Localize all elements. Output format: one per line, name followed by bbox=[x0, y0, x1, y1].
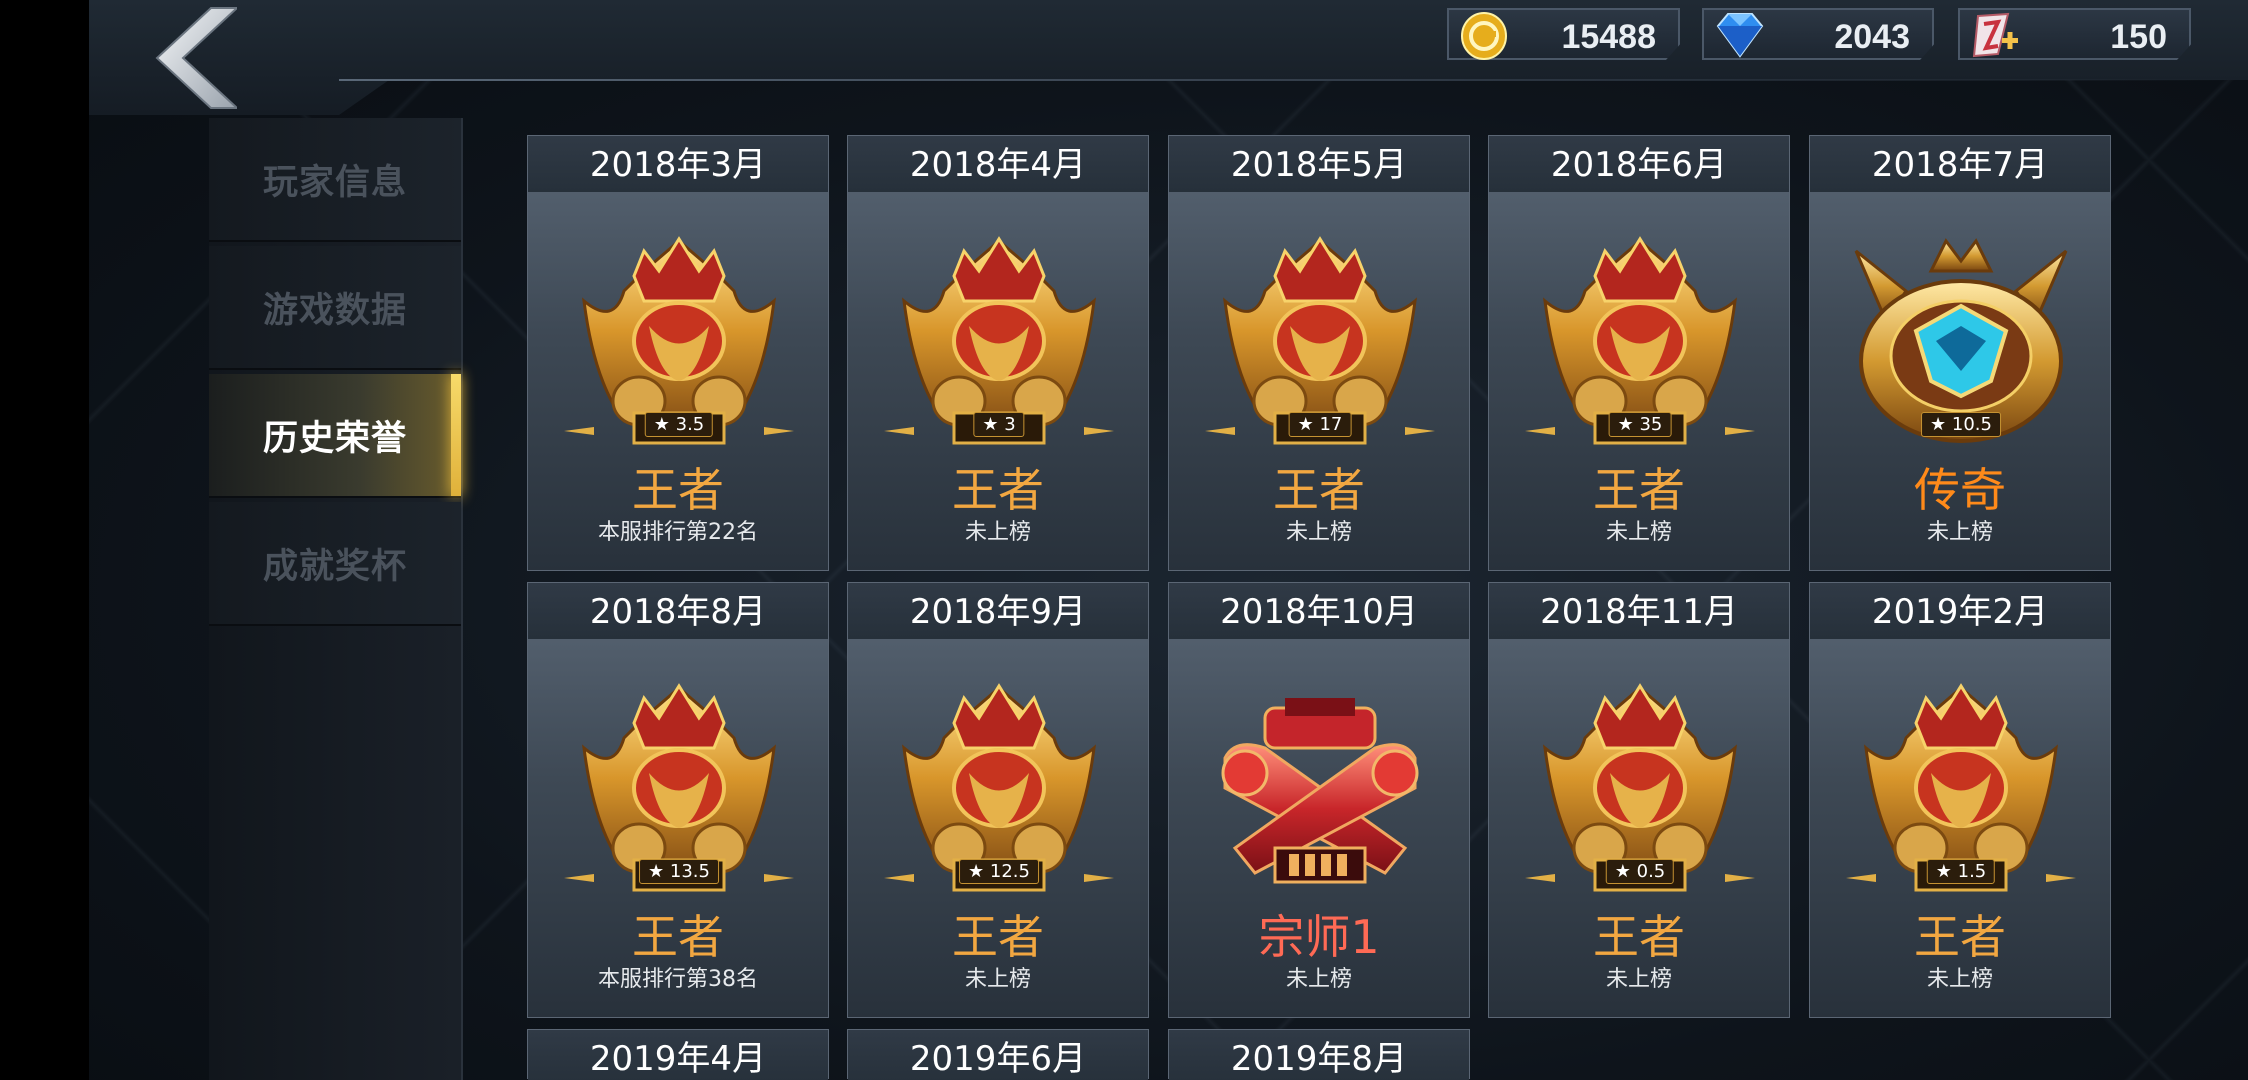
honor-rank: 宗师1 bbox=[1258, 910, 1380, 964]
gold-currency: 15488 bbox=[1447, 8, 1680, 60]
honor-server-standing: 未上榜 bbox=[1926, 967, 1993, 992]
honor-server-standing: 未上榜 bbox=[1285, 967, 1352, 992]
king-crown-badge-icon: ★ 35 bbox=[1525, 231, 1755, 451]
honor-month: 2018年4月 bbox=[848, 136, 1148, 192]
game-profile-screen: 15488 2043 150 玩家信息 游戏数据 历史荣誉 成就奖杯 2018年… bbox=[89, 0, 2248, 1080]
honor-month: 2018年8月 bbox=[528, 583, 828, 639]
honor-month: 2018年10月 bbox=[1169, 583, 1469, 639]
honor-card[interactable]: 2019年2月 ★ 1.5 王者未上榜 bbox=[1809, 582, 2111, 1018]
honor-server-standing: 未上榜 bbox=[964, 967, 1031, 992]
honor-month: 2019年2月 bbox=[1810, 583, 2110, 639]
honor-card[interactable]: 2018年10月 宗师1 未上榜 bbox=[1168, 582, 1470, 1018]
top-bar-divider bbox=[339, 79, 2239, 81]
ticket-plus-icon bbox=[1968, 10, 2024, 60]
king-crown-badge-icon: ★ 0.5 bbox=[1525, 678, 1755, 898]
honor-server-standing: 未上榜 bbox=[1605, 520, 1672, 545]
honor-month: 2018年3月 bbox=[528, 136, 828, 192]
honor-month: 2018年11月 bbox=[1489, 583, 1789, 639]
honor-month: 2018年7月 bbox=[1810, 136, 2110, 192]
honor-card[interactable]: 2018年7月 ★ 10.5 传奇未上榜 bbox=[1809, 135, 2111, 571]
honor-card[interactable]: 2019年6月 bbox=[847, 1029, 1149, 1080]
master-guns-badge-icon bbox=[1205, 678, 1435, 898]
diamond-currency: 2043 bbox=[1702, 8, 1934, 60]
badge-star-count: ★ 3.5 bbox=[644, 412, 714, 437]
chevron-left-icon bbox=[155, 7, 237, 109]
honor-rank: 传奇 bbox=[1914, 463, 2006, 517]
honor-rank: 王者 bbox=[1273, 463, 1365, 517]
honor-month: 2018年9月 bbox=[848, 583, 1148, 639]
sidebar-item-achievement-trophies[interactable]: 成就奖杯 bbox=[209, 502, 461, 626]
king-crown-badge-icon: ★ 12.5 bbox=[884, 678, 1114, 898]
honor-card[interactable]: 2018年9月 ★ 12.5 王者未上榜 bbox=[847, 582, 1149, 1018]
honor-card[interactable]: 2018年3月 ★ 3.5 王者本服排行第22名 bbox=[527, 135, 829, 571]
king-crown-badge-icon: ★ 1.5 bbox=[1846, 678, 2076, 898]
honor-month: 2019年6月 bbox=[848, 1030, 1148, 1080]
badge-star-count: ★ 1.5 bbox=[1926, 859, 1996, 884]
gold-amount: 15488 bbox=[1561, 18, 1656, 56]
honor-rank: 王者 bbox=[952, 463, 1044, 517]
honor-rank: 王者 bbox=[1593, 463, 1685, 517]
honor-card[interactable]: 2018年6月 ★ 35 王者未上榜 bbox=[1488, 135, 1790, 571]
back-button[interactable] bbox=[149, 6, 239, 110]
badge-star-count: ★ 10.5 bbox=[1921, 412, 2001, 437]
honor-server-standing: 本服排行第22名 bbox=[598, 520, 758, 545]
honor-card[interactable]: 2019年4月 bbox=[527, 1029, 829, 1080]
honor-server-standing: 本服排行第38名 bbox=[598, 967, 758, 992]
honor-server-standing: 未上榜 bbox=[964, 520, 1031, 545]
honor-month: 2018年6月 bbox=[1489, 136, 1789, 192]
badge-star-count: ★ 12.5 bbox=[959, 859, 1039, 884]
king-crown-badge-icon: ★ 3.5 bbox=[564, 231, 794, 451]
honor-card[interactable]: 2018年8月 ★ 13.5 王者本服排行第38名 bbox=[527, 582, 829, 1018]
honor-rank: 王者 bbox=[632, 463, 724, 517]
king-crown-badge-icon: ★ 17 bbox=[1205, 231, 1435, 451]
king-crown-badge-icon: ★ 13.5 bbox=[564, 678, 794, 898]
honor-card[interactable]: 2018年4月 ★ 3 王者未上榜 bbox=[847, 135, 1149, 571]
honor-server-standing: 未上榜 bbox=[1285, 520, 1352, 545]
diamond-amount: 2043 bbox=[1834, 18, 1910, 56]
ticket-currency: 150 bbox=[1958, 8, 2191, 60]
legend-wing-badge-icon: ★ 10.5 bbox=[1846, 231, 2076, 451]
honor-card[interactable]: 2018年11月 ★ 0.5 王者未上榜 bbox=[1488, 582, 1790, 1018]
king-crown-badge-icon: ★ 3 bbox=[884, 231, 1114, 451]
sidebar-item-player-info[interactable]: 玩家信息 bbox=[209, 118, 461, 242]
badge-star-count: ★ 17 bbox=[1288, 412, 1352, 437]
badge-star-count: ★ 13.5 bbox=[639, 859, 719, 884]
sidebar-item-game-data[interactable]: 游戏数据 bbox=[209, 246, 461, 370]
honor-rank: 王者 bbox=[1914, 910, 2006, 964]
honor-month: 2019年4月 bbox=[528, 1030, 828, 1080]
honor-month: 2018年5月 bbox=[1169, 136, 1469, 192]
badge-star-count: ★ 0.5 bbox=[1605, 859, 1675, 884]
honor-card[interactable]: 2018年5月 ★ 17 王者未上榜 bbox=[1168, 135, 1470, 571]
sidebar-item-history-honors[interactable]: 历史荣誉 bbox=[209, 374, 461, 498]
ticket-amount: 150 bbox=[2110, 18, 2167, 56]
honor-rank: 王者 bbox=[952, 910, 1044, 964]
honor-card[interactable]: 2019年8月 bbox=[1168, 1029, 1470, 1080]
blue-diamond-icon bbox=[1712, 10, 1768, 60]
honor-rank: 王者 bbox=[632, 910, 724, 964]
badge-star-count: ★ 3 bbox=[973, 412, 1025, 437]
honor-rank: 王者 bbox=[1593, 910, 1685, 964]
sidebar: 玩家信息 游戏数据 历史荣誉 成就奖杯 bbox=[209, 118, 463, 1080]
honor-month: 2019年8月 bbox=[1169, 1030, 1469, 1080]
gold-coin-icon bbox=[1457, 10, 1513, 60]
honor-server-standing: 未上榜 bbox=[1926, 520, 1993, 545]
honor-server-standing: 未上榜 bbox=[1605, 967, 1672, 992]
badge-star-count: ★ 35 bbox=[1608, 412, 1672, 437]
